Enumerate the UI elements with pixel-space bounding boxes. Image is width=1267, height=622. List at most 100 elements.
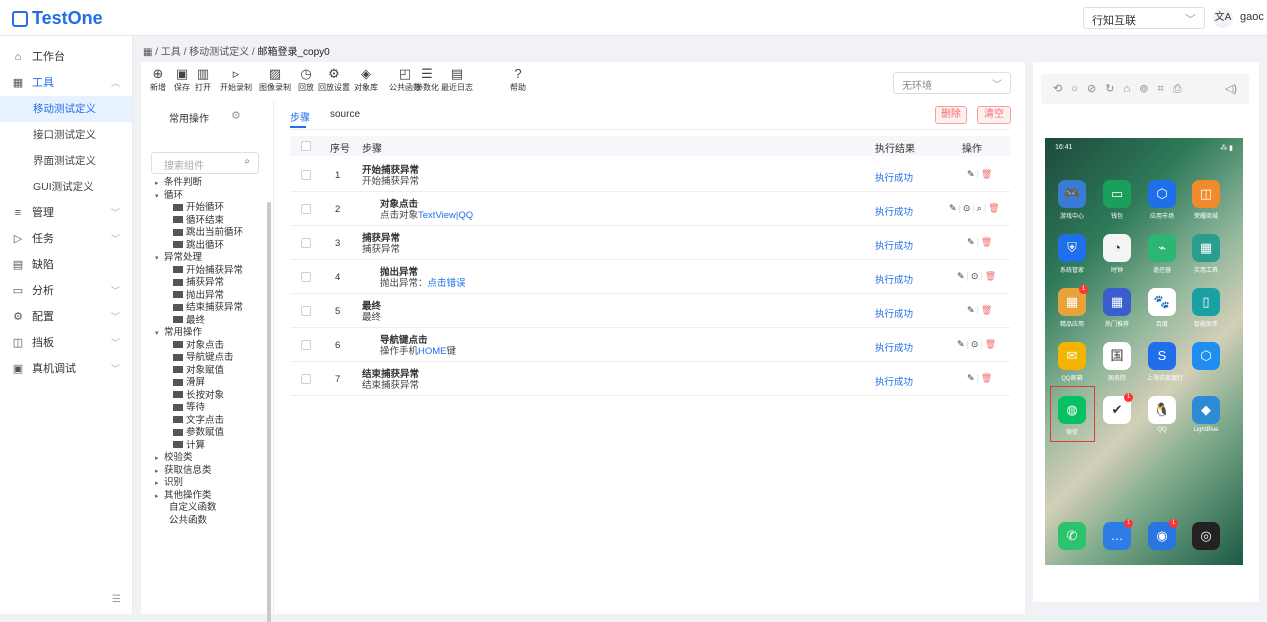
toolbar-button[interactable]: ⊕ 新增 (150, 66, 166, 93)
step-result[interactable]: 执行成功 (875, 170, 913, 184)
app-icon[interactable]: 🎮 游戏中心 (1057, 180, 1087, 220)
step-result[interactable]: 执行成功 (875, 306, 913, 320)
app-icon[interactable]: ⛨ 系统管家 (1057, 234, 1087, 274)
sidebar-item[interactable]: ▣ 真机调试 ﹀ (0, 356, 132, 382)
sidebar-item[interactable]: ⚙ 配置 ﹀ (0, 304, 132, 330)
app-icon[interactable]: ⬡ 应用市场 (1147, 180, 1177, 220)
sidebar-item[interactable]: ▷ 任务 ﹀ (0, 226, 132, 252)
tree-node[interactable]: 结束捕获异常 (149, 302, 269, 315)
row-checkbox[interactable] (301, 170, 311, 180)
delete-icon[interactable]: 🗑 (981, 373, 992, 383)
run-icon[interactable]: ⊙ (963, 203, 971, 213)
tree-node[interactable]: 导航键点击 (149, 352, 269, 365)
table-row[interactable]: 6 导航键点击 操作手机HOME键 执行成功 ✎ | ⊙ | 🗑 (290, 328, 1010, 362)
app-logo[interactable]: TestOne (12, 8, 103, 29)
app-icon[interactable]: ✉ QQ邮箱 (1057, 342, 1087, 382)
tree-node[interactable]: ▸ 识别 (149, 477, 269, 490)
tree-node[interactable]: 等待 (149, 402, 269, 415)
tree-node[interactable]: 参数赋值 (149, 427, 269, 440)
component-search-input[interactable]: 搜索组件 ⌕ (151, 152, 259, 174)
tree-node[interactable]: 最终 (149, 315, 269, 328)
toolbar-button[interactable]: ▥ 打开 (195, 66, 211, 93)
sidebar-item[interactable]: ⌂ 工作台 (0, 44, 132, 70)
edit-icon[interactable]: ✎ (957, 339, 965, 349)
delete-button[interactable]: 删除 (935, 106, 967, 124)
tree-node[interactable]: ▸ 其他操作类 (149, 490, 269, 503)
tree-node[interactable]: ▾ 异常处理 (149, 252, 269, 265)
toolbar-button[interactable]: ◷ 回放 (298, 66, 314, 93)
delete-icon[interactable]: 🗑 (981, 305, 992, 315)
dock-app-icon[interactable]: ◉ 1 (1147, 519, 1178, 550)
volume-icon[interactable]: ◁) (1225, 82, 1237, 95)
toolbar-button[interactable]: ⚙ 回放设置 (318, 66, 350, 93)
dock-app-icon[interactable]: ✆ (1057, 522, 1087, 550)
tree-node[interactable]: 计算 (149, 440, 269, 453)
app-icon[interactable]: ▭ 钱包 (1102, 180, 1132, 220)
tree-node[interactable]: ▾ 常用操作 (149, 327, 269, 340)
delete-icon[interactable]: 🗑 (985, 339, 996, 349)
tree-node[interactable]: ▸ 校验类 (149, 452, 269, 465)
tree-node[interactable]: ▸ 条件判断 (149, 177, 269, 190)
edit-icon[interactable]: ✎ (967, 237, 975, 247)
app-icon[interactable]: ⬡ (1191, 342, 1221, 373)
tree-node[interactable]: 对象点击 (149, 340, 269, 353)
breadcrumb-item[interactable]: 移动测试定义 (189, 47, 249, 58)
user-name[interactable]: gaoc (1240, 11, 1264, 23)
app-icon[interactable]: ◆ LightBlue (1191, 396, 1221, 433)
step-result[interactable]: 执行成功 (875, 272, 913, 286)
tree-node[interactable]: ▸ 获取信息类 (149, 465, 269, 478)
org-select[interactable]: 行知互联 ﹀ (1083, 7, 1205, 29)
app-icon[interactable]: 🐾 百度 (1147, 288, 1177, 328)
language-icon[interactable]: 文A (1213, 8, 1233, 28)
run-icon[interactable]: ⊙ (971, 271, 979, 281)
tree-node[interactable]: ▾ 循环 (149, 190, 269, 203)
edit-icon[interactable]: ✎ (967, 305, 975, 315)
row-checkbox[interactable] (301, 340, 311, 350)
dock-app-icon[interactable]: … 1 (1102, 519, 1133, 550)
tree-node[interactable]: 对象赋值 (149, 365, 269, 378)
table-row[interactable]: 7 结束捕获异常 结束捕获异常 执行成功 ✎ | 🗑 (290, 362, 1010, 396)
sidebar-subitem[interactable]: GUI测试定义 (0, 174, 132, 200)
delete-icon[interactable]: 🗑 (981, 169, 992, 179)
row-checkbox[interactable] (301, 238, 311, 248)
toolbar-button[interactable]: ? 帮助 (510, 66, 526, 93)
app-icon[interactable]: S 上海农商银行 (1147, 342, 1183, 382)
sidebar-subitem[interactable]: 界面测试定义 (0, 148, 132, 174)
row-checkbox[interactable] (301, 272, 311, 282)
tree-node[interactable]: 抛出异常 (149, 290, 269, 303)
tree-node[interactable]: 开始循环 (149, 202, 269, 215)
sidebar-item[interactable]: ◫ 挡板 ﹀ (0, 330, 132, 356)
table-row[interactable]: 5 最终 最终 执行成功 ✎ | 🗑 (290, 294, 1010, 328)
tree-node[interactable]: 长按对象 (149, 390, 269, 403)
step-link[interactable]: TextView|QQ (418, 210, 473, 221)
delete-icon[interactable]: 🗑 (985, 271, 996, 281)
edit-icon[interactable]: ✎ (967, 169, 975, 179)
device-screen[interactable]: 16:41 ⁂ ▮ 🎮 游戏中心 ▭ 钱包 ⬡ 应用市场 ◫ 荣耀商城 ⛨ 系统管家 ◔ 时钟 ⌁ 遥控器… (1045, 138, 1243, 565)
sidebar-subitem[interactable]: 移动测试定义 (0, 96, 132, 122)
app-icon[interactable]: ▯ 智能助手 (1191, 288, 1221, 328)
app-icon[interactable]: ▦ 实用工具 (1191, 234, 1221, 274)
gear-icon[interactable]: ⚙ (231, 109, 241, 122)
tab-steps[interactable]: 步骤 (290, 109, 310, 124)
sidebar-item[interactable]: ≡ 管理 ﹀ (0, 200, 132, 226)
table-row[interactable]: 2 对象点击 点击对象TextView|QQ 执行成功 ✎ | ⊙ | ⌕ | 🗑 (290, 192, 1010, 226)
step-link[interactable]: 点击错误 (428, 278, 466, 289)
sidebar-item[interactable]: ▤ 缺陷 (0, 252, 132, 278)
edit-icon[interactable]: ✎ (949, 203, 957, 213)
step-result[interactable]: 执行成功 (875, 238, 913, 252)
delete-icon[interactable]: 🗑 (988, 203, 999, 213)
search-icon[interactable]: ⌕ (977, 203, 982, 213)
sidebar-item[interactable]: ▭ 分析 ﹀ (0, 278, 132, 304)
app-icon[interactable]: ◔ 时钟 (1102, 234, 1132, 274)
tree-node[interactable]: 跳出循环 (149, 240, 269, 253)
app-icon[interactable]: ▦ 热门推荐 (1102, 288, 1132, 328)
step-result[interactable]: 执行成功 (875, 374, 913, 388)
environment-select[interactable]: 无环境 ﹀ (893, 72, 1011, 94)
step-link[interactable]: HOME (418, 346, 447, 357)
row-checkbox[interactable] (301, 204, 311, 214)
toolbar-button[interactable]: ▨ 图像录制 (259, 66, 291, 93)
tree-node[interactable]: 捕获异常 (149, 277, 269, 290)
clear-button[interactable]: 清空 (977, 106, 1011, 124)
tree-node[interactable]: 文字点击 (149, 415, 269, 428)
device-control-icons[interactable]: ⟲ ○ ⊘ ↻ ⌂ ⊚ ⌗ ⎙ (1053, 82, 1185, 96)
